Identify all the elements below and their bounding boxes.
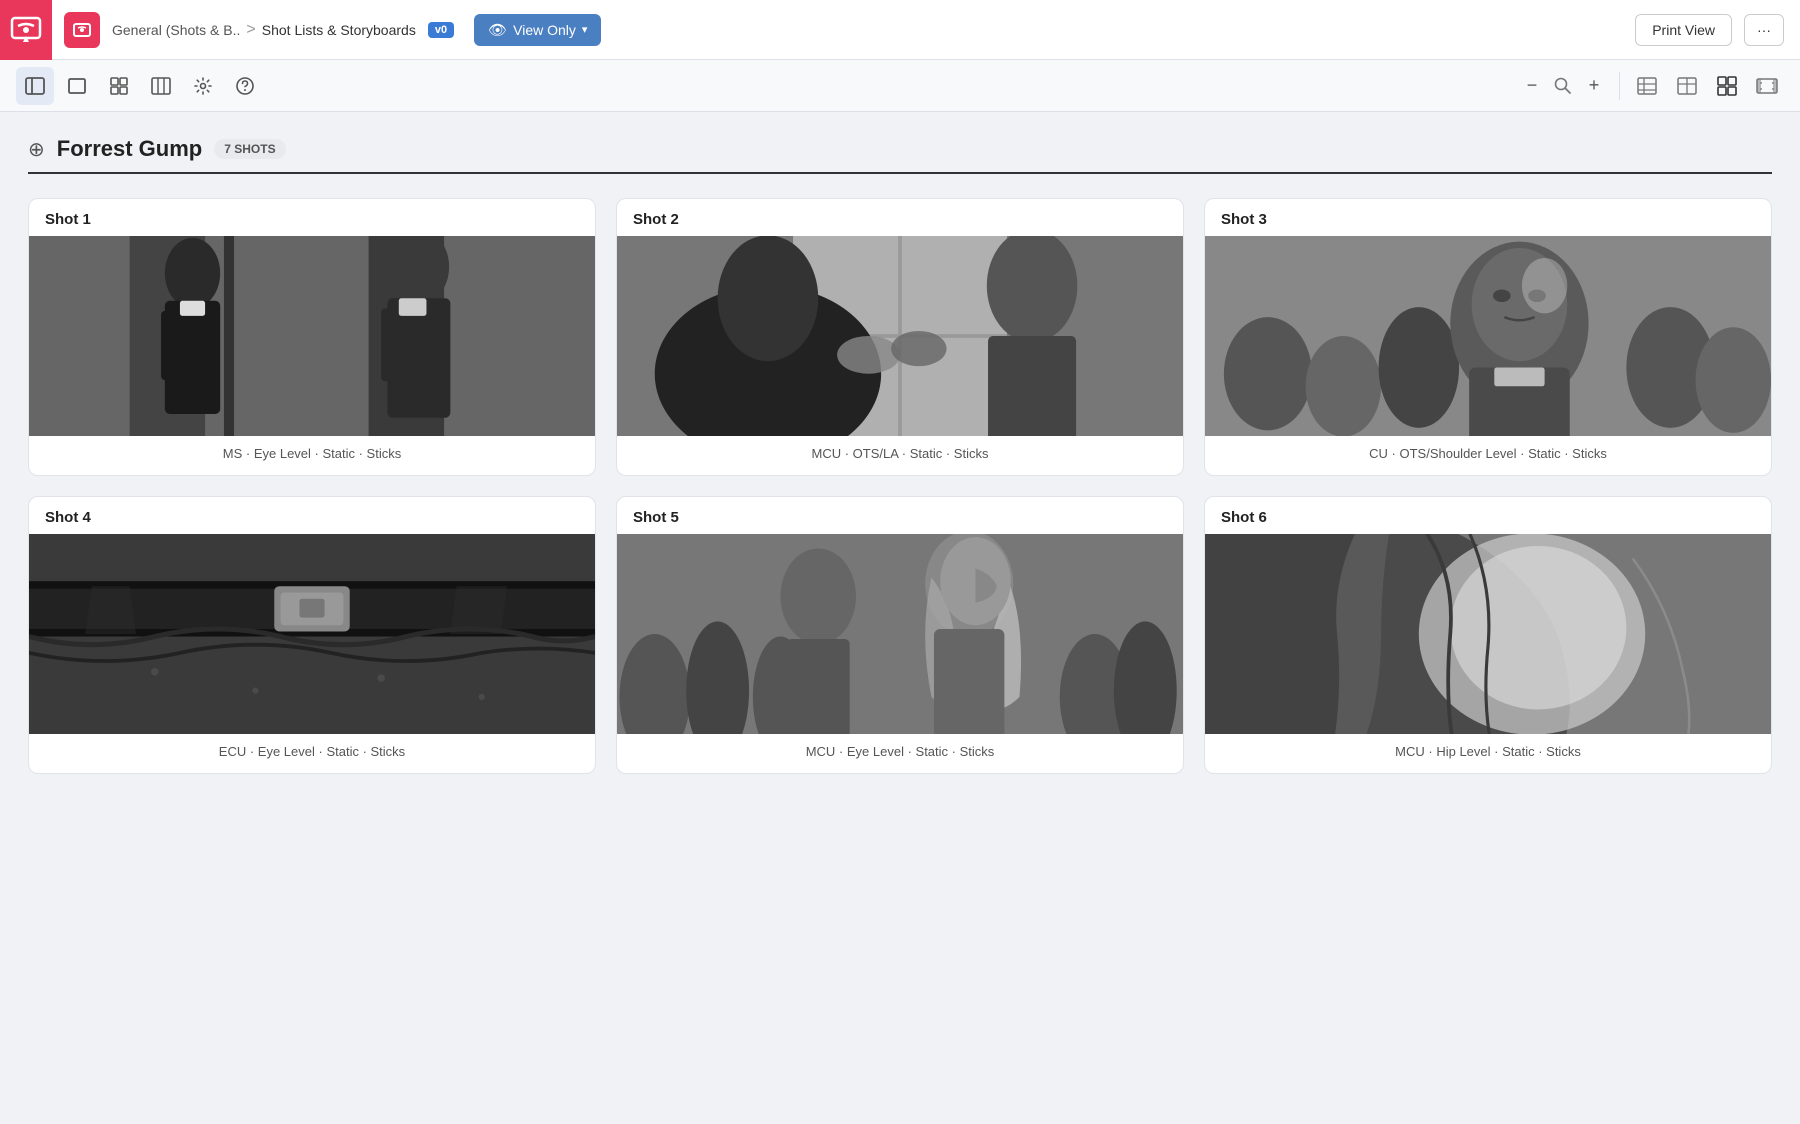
header: General (Shots & B.. > Shot Lists & Stor… — [0, 0, 1800, 60]
view-only-button[interactable]: 👁 View Only ▾ — [474, 14, 601, 46]
shot-4-metadata: ECU · Eye Level · Static · Sticks — [29, 734, 595, 759]
film-view-icon — [1756, 75, 1778, 97]
sidebar-toggle-button[interactable] — [16, 67, 54, 105]
shot-card-5[interactable]: Shot 5 — [616, 496, 1184, 774]
frame-icon — [67, 76, 87, 96]
breadcrumb: General (Shots & B.. > Shot Lists & Stor… — [112, 21, 416, 39]
shot-1-metadata: MS · Eye Level · Static · Sticks — [29, 436, 595, 461]
breadcrumb-project-icon — [64, 12, 100, 48]
chevron-down-icon: ▾ — [582, 23, 588, 36]
shot-5-label: Shot 5 — [617, 497, 1183, 534]
grid-icon — [109, 76, 129, 96]
table-view-mode-button[interactable] — [1670, 69, 1704, 103]
shot-4-label: Shot 4 — [29, 497, 595, 534]
sidebar-icon — [25, 76, 45, 96]
project-icon — [72, 20, 92, 40]
film-view-mode-button[interactable] — [1750, 69, 1784, 103]
scene-divider — [28, 172, 1772, 174]
toolbar: − + — [0, 60, 1800, 112]
shot-2-image — [617, 236, 1183, 436]
shot-6-label: Shot 6 — [1205, 497, 1771, 534]
shot-card-3[interactable]: Shot 3 — [1204, 198, 1772, 476]
app-logo — [0, 0, 52, 60]
column-view-button[interactable] — [142, 67, 180, 105]
breadcrumb-current[interactable]: Shot Lists & Storyboards — [262, 22, 416, 38]
help-button[interactable] — [226, 67, 264, 105]
shot-3-label: Shot 3 — [1205, 199, 1771, 236]
shot-4-image — [29, 534, 595, 734]
shot-2-metadata: MCU · OTS/LA · Static · Sticks — [617, 436, 1183, 461]
shot-1-image — [29, 236, 595, 436]
shot-2-label: Shot 2 — [617, 199, 1183, 236]
main-content: ⊕ Forrest Gump 7 SHOTS Shot 1 — [0, 112, 1800, 1124]
shot-card-6[interactable]: Shot 6 — [1204, 496, 1772, 774]
shot-card-2[interactable]: Shot 2 — [616, 198, 1184, 476]
eye-icon: 👁 — [488, 21, 507, 39]
table-view-icon — [1676, 75, 1698, 97]
scene-header: ⊕ Forrest Gump 7 SHOTS — [28, 136, 1772, 162]
list-view-icon — [1636, 75, 1658, 97]
shot-5-metadata: MCU · Eye Level · Static · Sticks — [617, 734, 1183, 759]
more-options-button[interactable]: ··· — [1744, 14, 1784, 46]
list-view-mode-button[interactable] — [1630, 69, 1664, 103]
breadcrumb-parent[interactable]: General (Shots & B.. — [112, 22, 240, 38]
shot-card-1[interactable]: Shot 1 — [28, 198, 596, 476]
settings-button[interactable] — [184, 67, 222, 105]
shot-3-metadata: CU · OTS/Shoulder Level · Static · Stick… — [1205, 436, 1771, 461]
settings-icon — [193, 76, 213, 96]
breadcrumb-separator: > — [246, 21, 255, 39]
shot-card-4[interactable]: Shot 4 — [28, 496, 596, 774]
print-view-button[interactable]: Print View — [1635, 14, 1732, 46]
shots-count-badge: 7 SHOTS — [214, 139, 285, 159]
shot-6-image — [1205, 534, 1771, 734]
version-badge[interactable]: v0 — [428, 22, 454, 38]
scene-icon: ⊕ — [28, 137, 45, 162]
app-logo-icon — [10, 14, 42, 46]
scene-title: Forrest Gump — [57, 136, 202, 162]
zoom-out-button[interactable]: − — [1517, 71, 1547, 101]
toolbar-right: − + — [1517, 69, 1784, 103]
shot-5-image — [617, 534, 1183, 734]
grid-view-mode-icon — [1716, 75, 1738, 97]
zoom-in-button[interactable]: + — [1579, 71, 1609, 101]
shot-1-label: Shot 1 — [29, 199, 595, 236]
view-only-label: View Only — [513, 22, 576, 38]
grid-view-mode-button[interactable] — [1710, 69, 1744, 103]
shot-grid: Shot 1 — [28, 198, 1772, 774]
shot-6-metadata: MCU · Hip Level · Static · Sticks — [1205, 734, 1771, 759]
help-icon — [235, 76, 255, 96]
column-icon — [151, 76, 171, 96]
frame-view-button[interactable] — [58, 67, 96, 105]
grid-view-button[interactable] — [100, 67, 138, 105]
shot-3-image — [1205, 236, 1771, 436]
toolbar-separator — [1619, 72, 1620, 100]
zoom-icon — [1553, 76, 1573, 96]
